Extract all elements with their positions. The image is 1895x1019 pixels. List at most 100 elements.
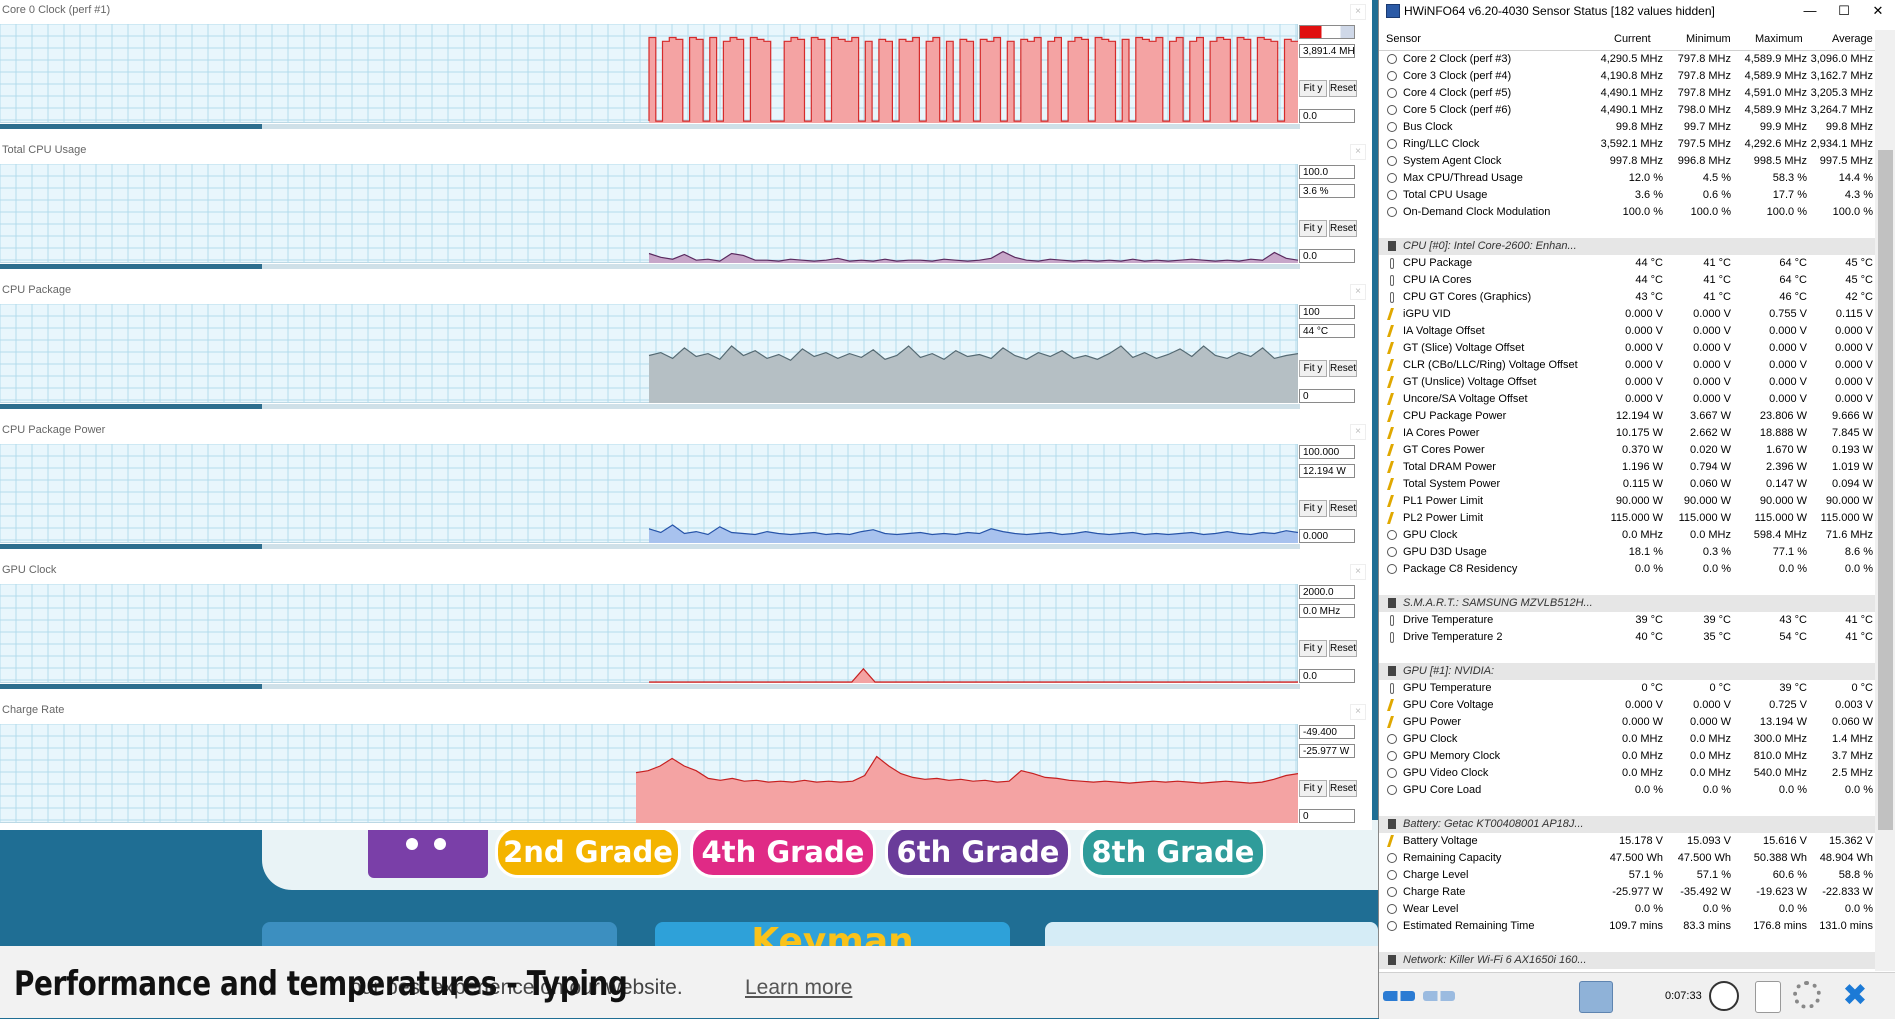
sensor-row[interactable]: Remaining Capacity 47.500 Wh 47.500 Wh 50.3…	[1379, 850, 1875, 867]
close-x-icon[interactable]: ✖	[1839, 981, 1871, 1011]
value-cur: 47.500 Wh	[1609, 852, 1663, 864]
value-min: 41 °C	[1703, 274, 1731, 286]
sensor-row[interactable]: Charge Level 57.1 % 57.1 % 60.6 % 58.8 %	[1379, 867, 1875, 884]
sensor-row[interactable]: Charge Rate -25.977 W -35.492 W -19.623 W -2…	[1379, 884, 1875, 901]
value-min: 0.000 V	[1693, 393, 1731, 405]
sensor-row[interactable]: GPU Clock 0.0 MHz 0.0 MHz 598.4 MHz 71.6 MHz	[1379, 527, 1875, 544]
gear-icon[interactable]	[1793, 981, 1821, 1009]
sensor-row[interactable]: Battery Voltage 15.178 V 15.093 V 15.616 V 1…	[1379, 833, 1875, 850]
sensor-row[interactable]: On-Demand Clock Modulation 100.0 % 100.0 %…	[1379, 204, 1875, 221]
close-graph-icon[interactable]: ×	[1350, 144, 1366, 160]
fit-y-button[interactable]: Fit y	[1299, 360, 1327, 377]
sensor-row[interactable]: GPU Temperature 0 °C 0 °C 39 °C 0 °C	[1379, 680, 1875, 697]
sensor-row[interactable]: CPU GT Cores (Graphics) 43 °C 41 °C 46 °C 42…	[1379, 289, 1875, 306]
grade-button[interactable]: 2nd Grade	[495, 826, 681, 878]
fit-y-button[interactable]: Fit y	[1299, 220, 1327, 237]
value-avg: 1.4 MHz	[1832, 733, 1873, 745]
grade-button[interactable]: 6th Grade	[885, 826, 1071, 878]
color-swatch-box[interactable]	[1299, 25, 1355, 39]
sensor-row[interactable]: GPU Core Load 0.0 % 0.0 % 0.0 % 0.0 %	[1379, 782, 1875, 799]
sensor-row[interactable]: iGPU VID 0.000 V 0.000 V 0.755 V 0.115 V	[1379, 306, 1875, 323]
header-average[interactable]: Average	[1832, 33, 1873, 45]
arrow-left-right-icon[interactable]	[1383, 991, 1415, 1001]
reset-button[interactable]: Reset	[1329, 500, 1357, 517]
sensor-row[interactable]: Ring/LLC Clock 3,592.1 MHz 797.5 MHz 4,292.…	[1379, 136, 1875, 153]
fit-y-button[interactable]: Fit y	[1299, 780, 1327, 797]
close-graph-icon[interactable]: ×	[1350, 564, 1366, 580]
sensor-row[interactable]: CPU IA Cores 44 °C 41 °C 64 °C 45 °C	[1379, 272, 1875, 289]
close-graph-icon[interactable]: ×	[1350, 4, 1366, 20]
sensor-row[interactable]: Bus Clock 99.8 MHz 99.7 MHz 99.9 MHz 99.8 MH…	[1379, 119, 1875, 136]
sensor-row[interactable]: GPU Clock 0.0 MHz 0.0 MHz 300.0 MHz 1.4 MHz	[1379, 731, 1875, 748]
sensor-row[interactable]: System Agent Clock 997.8 MHz 996.8 MHz 998.…	[1379, 153, 1875, 170]
sensor-row[interactable]: Uncore/SA Voltage Offset 0.000 V 0.000 V 0.…	[1379, 391, 1875, 408]
sensor-row[interactable]: Total DRAM Power 1.196 W 0.794 W 2.396 W 1.0…	[1379, 459, 1875, 476]
sensor-row[interactable]: GPU D3D Usage 18.1 % 0.3 % 77.1 % 8.6 %	[1379, 544, 1875, 561]
sensor-group-row[interactable]: Battery: Getac KT00408001 AP18J...	[1379, 816, 1875, 833]
clock-icon[interactable]	[1709, 981, 1739, 1011]
sensor-row[interactable]: Core 3 Clock (perf #4) 4,190.8 MHz 797.8 M…	[1379, 68, 1875, 85]
maximize-icon[interactable]: ☐	[1829, 1, 1859, 21]
sensor-row[interactable]: Max CPU/Thread Usage 12.0 % 4.5 % 58.3 % 14.…	[1379, 170, 1875, 187]
sensor-row[interactable]: GPU Core Voltage 0.000 V 0.000 V 0.725 V 0.0…	[1379, 697, 1875, 714]
reset-button[interactable]: Reset	[1329, 780, 1357, 797]
sensor-row[interactable]: GT (Slice) Voltage Offset 0.000 V 0.000 V 0…	[1379, 340, 1875, 357]
sensor-row[interactable]: Total CPU Usage 3.6 % 0.6 % 17.7 % 4.3 %	[1379, 187, 1875, 204]
sensor-row[interactable]: GPU Video Clock 0.0 MHz 0.0 MHz 540.0 MHz 2.…	[1379, 765, 1875, 782]
sensor-row[interactable]: GPU Power 0.000 W 0.000 W 13.194 W 0.060 W	[1379, 714, 1875, 731]
learn-more-link[interactable]: Learn more	[745, 976, 852, 1000]
report-icon[interactable]	[1755, 981, 1781, 1013]
reset-button[interactable]: Reset	[1329, 80, 1357, 97]
sensor-group-row[interactable]: Network: Killer Wi-Fi 6 AX1650i 160...	[1379, 952, 1875, 969]
scrollbar-thumb[interactable]	[1878, 150, 1893, 830]
sensor-row[interactable]: Core 4 Clock (perf #5) 4,490.1 MHz 797.8 M…	[1379, 85, 1875, 102]
sensor-group-row[interactable]: CPU [#0]: Intel Core-2600: Enhan...	[1379, 238, 1875, 255]
sensor-list[interactable]: Core 2 Clock (perf #3) 4,290.5 MHz 797.8 M…	[1379, 51, 1875, 971]
arrow-right-icon[interactable]	[1423, 991, 1455, 1001]
value-cur: 43 °C	[1635, 291, 1663, 303]
reset-button[interactable]: Reset	[1329, 360, 1357, 377]
close-graph-icon[interactable]: ×	[1350, 704, 1366, 720]
sensor-row[interactable]: GPU Memory Clock 0.0 MHz 0.0 MHz 810.0 MHz 3…	[1379, 748, 1875, 765]
sensor-row[interactable]: IA Cores Power 10.175 W 2.662 W 18.888 W 7.8…	[1379, 425, 1875, 442]
lightning-icon	[1387, 326, 1397, 336]
sensor-row[interactable]: Drive Temperature 39 °C 39 °C 43 °C 41 °C	[1379, 612, 1875, 629]
header-current[interactable]: Current	[1614, 33, 1651, 45]
sensor-row[interactable]: Core 2 Clock (perf #3) 4,290.5 MHz 797.8 M…	[1379, 51, 1875, 68]
sensor-row[interactable]: CPU Package Power 12.194 W 3.667 W 23.806 W…	[1379, 408, 1875, 425]
header-minimum[interactable]: Minimum	[1686, 33, 1731, 45]
sensor-name: GPU Memory Clock	[1403, 750, 1501, 762]
sensor-row[interactable]: CPU Package 44 °C 41 °C 64 °C 45 °C	[1379, 255, 1875, 272]
sensor-row[interactable]: Drive Temperature 2 40 °C 35 °C 54 °C 41 °C	[1379, 629, 1875, 646]
sensor-row[interactable]: IA Voltage Offset 0.000 V 0.000 V 0.000 V 0.…	[1379, 323, 1875, 340]
value-cur: 115.000 W	[1610, 512, 1663, 524]
sensor-row[interactable]: Core 5 Clock (perf #6) 4,490.1 MHz 798.0 M…	[1379, 102, 1875, 119]
minimize-icon[interactable]: —	[1795, 1, 1825, 21]
sensor-group-row[interactable]: S.M.A.R.T.: SAMSUNG MZVLB512H...	[1379, 595, 1875, 612]
header-maximum[interactable]: Maximum	[1755, 33, 1803, 45]
reset-button[interactable]: Reset	[1329, 220, 1357, 237]
fit-y-button[interactable]: Fit y	[1299, 640, 1327, 657]
close-graph-icon[interactable]: ×	[1350, 284, 1366, 300]
header-sensor[interactable]: Sensor	[1386, 33, 1421, 45]
reset-button[interactable]: Reset	[1329, 640, 1357, 657]
grade-button[interactable]: 8th Grade	[1080, 826, 1266, 878]
fit-y-button[interactable]: Fit y	[1299, 500, 1327, 517]
sensor-row[interactable]: PL2 Power Limit 115.000 W 115.000 W 115.000…	[1379, 510, 1875, 527]
sensor-row[interactable]: Estimated Remaining Time 109.7 mins 83.3 m…	[1379, 918, 1875, 935]
close-icon[interactable]: ✕	[1863, 1, 1893, 21]
close-graph-icon[interactable]: ×	[1350, 424, 1366, 440]
network-icon[interactable]	[1579, 981, 1613, 1013]
sensor-row[interactable]: PL1 Power Limit 90.000 W 90.000 W 90.000 W 9…	[1379, 493, 1875, 510]
sensor-row[interactable]: GT (Unslice) Voltage Offset 0.000 V 0.000 …	[1379, 374, 1875, 391]
scrollbar[interactable]	[1875, 30, 1895, 971]
sensor-group-row[interactable]: GPU [#1]: NVIDIA:	[1379, 663, 1875, 680]
sensor-row[interactable]: CLR (CBo/LLC/Ring) Voltage Offset 0.000 V…	[1379, 357, 1875, 374]
grade-button[interactable]: 4th Grade	[690, 826, 876, 878]
title-bar[interactable]: HWiNFO64 v6.20-4030 Sensor Status [182 v…	[1379, 0, 1895, 22]
sensor-row[interactable]: Total System Power 0.115 W 0.060 W 0.147 W 0…	[1379, 476, 1875, 493]
fit-y-button[interactable]: Fit y	[1299, 80, 1327, 97]
sensor-row[interactable]: GT Cores Power 0.370 W 0.020 W 1.670 W 0.193…	[1379, 442, 1875, 459]
sensor-row[interactable]: Package C8 Residency 0.0 % 0.0 % 0.0 % 0.0 %	[1379, 561, 1875, 578]
sensor-row[interactable]: Wear Level 0.0 % 0.0 % 0.0 % 0.0 %	[1379, 901, 1875, 918]
